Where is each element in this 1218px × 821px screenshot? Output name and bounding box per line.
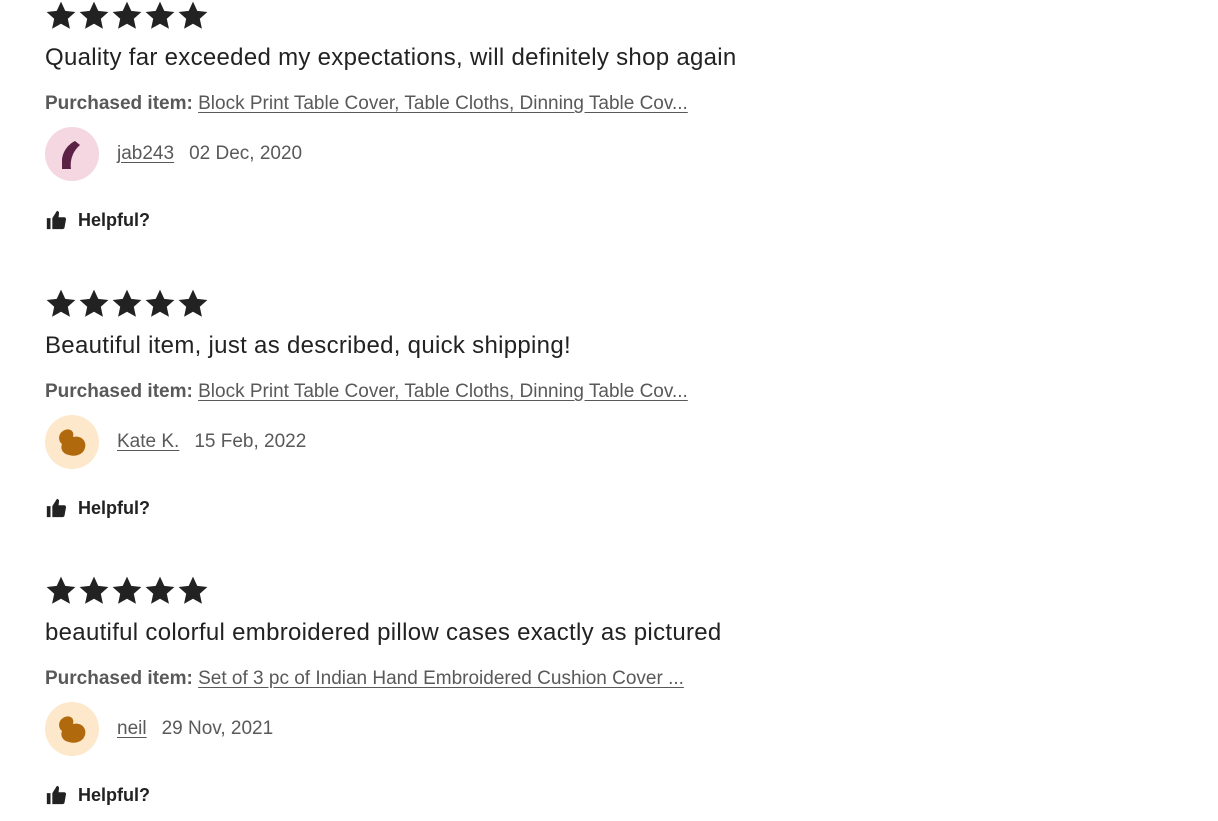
- blob-shape-icon: [59, 716, 86, 743]
- purchased-item-line: Purchased item: Block Print Table Cover,…: [45, 381, 688, 403]
- purchased-item-link[interactable]: Set of 3 pc of Indian Hand Embroidered C…: [198, 668, 684, 689]
- star-icon: [144, 288, 176, 320]
- star-icon: [78, 288, 110, 320]
- star-icon: [111, 0, 143, 32]
- purchased-item-label: Purchased item:: [45, 381, 193, 402]
- avatar[interactable]: [45, 702, 99, 756]
- helpful-button[interactable]: Helpful?: [45, 206, 150, 234]
- purchased-item-label: Purchased item:: [45, 93, 193, 114]
- review-card: beautiful colorful embroidered pillow ca…: [45, 575, 945, 815]
- reviews-list: Quality far exceeded my expectations, wi…: [0, 0, 1218, 821]
- reviewer-name-link[interactable]: Kate K.: [117, 431, 179, 453]
- helpful-button[interactable]: Helpful?: [45, 781, 150, 809]
- review-card: Quality far exceeded my expectations, wi…: [45, 0, 945, 240]
- helpful-label: Helpful?: [78, 209, 150, 230]
- star-icon: [45, 0, 77, 32]
- star-icon: [177, 575, 209, 607]
- purchased-item-link[interactable]: Block Print Table Cover, Table Cloths, D…: [198, 93, 688, 114]
- purchased-item-link[interactable]: Block Print Table Cover, Table Cloths, D…: [198, 381, 688, 402]
- star-rating: [45, 575, 209, 607]
- star-icon: [78, 0, 110, 32]
- star-icon: [144, 575, 176, 607]
- helpful-button[interactable]: Helpful?: [45, 494, 150, 522]
- star-icon: [177, 0, 209, 32]
- thumbs-up-icon: [45, 495, 71, 521]
- helpful-label: Helpful?: [78, 784, 150, 805]
- review-date: 29 Nov, 2021: [161, 718, 274, 739]
- review-text: Beautiful item, just as described, quick…: [45, 332, 571, 359]
- review-date: 15 Feb, 2022: [194, 431, 307, 452]
- star-icon: [177, 288, 209, 320]
- thumbs-up-icon: [45, 782, 71, 808]
- reviewer-info: neil 29 Nov, 2021: [45, 702, 273, 756]
- star-icon: [111, 288, 143, 320]
- reviewer-name-link[interactable]: neil: [117, 718, 147, 740]
- star-icon: [111, 575, 143, 607]
- star-icon: [45, 288, 77, 320]
- purchased-item-line: Purchased item: Block Print Table Cover,…: [45, 93, 688, 115]
- avatar[interactable]: [45, 415, 99, 469]
- star-icon: [78, 575, 110, 607]
- purchased-item-line: Purchased item: Set of 3 pc of Indian Ha…: [45, 668, 684, 690]
- review-text: beautiful colorful embroidered pillow ca…: [45, 619, 722, 646]
- reviewer-name-link[interactable]: jab243: [117, 143, 174, 165]
- reviewer-info: jab243 02 Dec, 2020: [45, 127, 302, 181]
- review-card: Beautiful item, just as described, quick…: [45, 288, 945, 528]
- star-rating: [45, 288, 209, 320]
- blob-shape-icon: [59, 429, 86, 456]
- reviewer-info: Kate K. 15 Feb, 2022: [45, 415, 306, 469]
- star-icon: [45, 575, 77, 607]
- helpful-label: Helpful?: [78, 497, 150, 518]
- crescent-shape-icon: [62, 141, 80, 169]
- review-text: Quality far exceeded my expectations, wi…: [45, 44, 737, 71]
- thumbs-up-icon: [45, 207, 71, 233]
- review-date: 02 Dec, 2020: [189, 143, 303, 164]
- star-rating: [45, 0, 209, 32]
- purchased-item-label: Purchased item:: [45, 668, 193, 689]
- star-icon: [144, 0, 176, 32]
- avatar[interactable]: [45, 127, 99, 181]
